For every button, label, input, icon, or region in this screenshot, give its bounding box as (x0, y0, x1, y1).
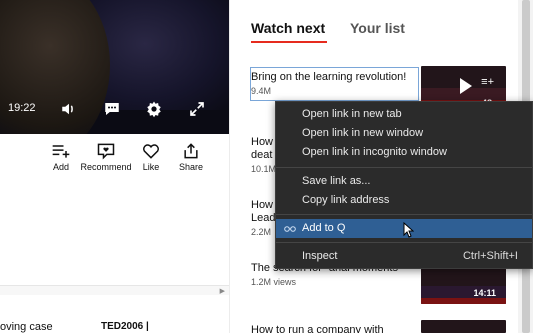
player-controls: 19:22 (0, 94, 229, 124)
menu-item-open-incognito[interactable]: Open link in incognito window (276, 143, 532, 162)
video-thumbnail[interactable]: ≡+ 48 (421, 66, 506, 106)
playback-time: 19:22 (8, 102, 36, 114)
scroll-right-icon[interactable]: ▶ (220, 287, 225, 295)
menu-item-label: Inspect (302, 250, 338, 262)
add-to-queue-icon[interactable]: ≡+ (481, 76, 494, 88)
mouse-cursor-icon (403, 222, 414, 238)
video-duration: 14:11 (473, 288, 496, 298)
add-label: Add (52, 162, 69, 172)
play-icon[interactable] (460, 78, 472, 94)
context-menu: Open link in new tab Open link in new wi… (275, 101, 533, 269)
thumbnail-carpet (421, 298, 506, 304)
video-actions: Add Recommend Like Share (40, 142, 220, 176)
menu-separator (276, 214, 532, 215)
menu-item-label: Open link in new tab (302, 108, 402, 120)
captions-icon[interactable] (100, 97, 124, 121)
menu-item-label: Open link in new window (302, 127, 424, 139)
list-item[interactable]: How to run a company with (251, 324, 419, 333)
share-label: Share (178, 162, 204, 172)
add-to-list-icon (52, 145, 70, 158)
video-player[interactable]: 19:22 (0, 0, 229, 134)
video-thumbnail[interactable]: 14:11 (421, 264, 506, 304)
list-item[interactable]: Bring on the learning revolution! 9.4M (251, 71, 419, 96)
menu-item-open-new-window[interactable]: Open link in new window (276, 124, 532, 143)
fullscreen-icon[interactable] (185, 97, 209, 121)
menu-item-label: Open link in incognito window (302, 146, 447, 158)
horizontal-scrollbar[interactable]: ▶ (0, 285, 229, 295)
tab-your-list[interactable]: Your list (350, 20, 405, 36)
panel-divider (229, 0, 230, 333)
recommend-icon (97, 143, 115, 160)
tab-watch-next[interactable]: Watch next (251, 20, 325, 36)
volume-icon[interactable] (57, 97, 81, 121)
menu-item-open-new-tab[interactable]: Open link in new tab (276, 105, 532, 124)
menu-separator (276, 242, 532, 243)
active-tab-indicator (251, 41, 327, 43)
item-title[interactable]: How to run a company with (251, 324, 419, 333)
menu-item-label: Save link as... (302, 175, 371, 187)
video-thumbnail[interactable] (421, 320, 506, 333)
recommend-label: Recommend (80, 162, 132, 172)
item-title[interactable]: Bring on the learning revolution! (251, 71, 419, 84)
share-button[interactable]: Share (165, 142, 217, 172)
menu-item-label: Add to Q (302, 222, 346, 234)
menu-separator (276, 167, 532, 168)
settings-icon[interactable] (142, 97, 166, 121)
menu-item-save-link[interactable]: Save link as... (276, 172, 532, 191)
event-tag-label: TED2006 (101, 321, 144, 332)
like-label: Like (142, 162, 160, 172)
event-tag[interactable]: TED2006 | (101, 321, 149, 332)
menu-item-shortcut: Ctrl+Shift+I (462, 250, 518, 262)
item-views: 1.2M views (251, 277, 297, 287)
menu-item-inspect[interactable]: Inspect Ctrl+Shift+I (276, 247, 532, 266)
talk-description-snippet: oving case (0, 321, 53, 333)
glasses-icon (284, 226, 296, 232)
menu-item-copy-link[interactable]: Copy link address (276, 191, 532, 210)
share-icon (184, 143, 198, 159)
item-views: 9.4M (251, 86, 272, 96)
menu-item-label: Copy link address (302, 194, 390, 206)
heart-icon (143, 144, 159, 159)
